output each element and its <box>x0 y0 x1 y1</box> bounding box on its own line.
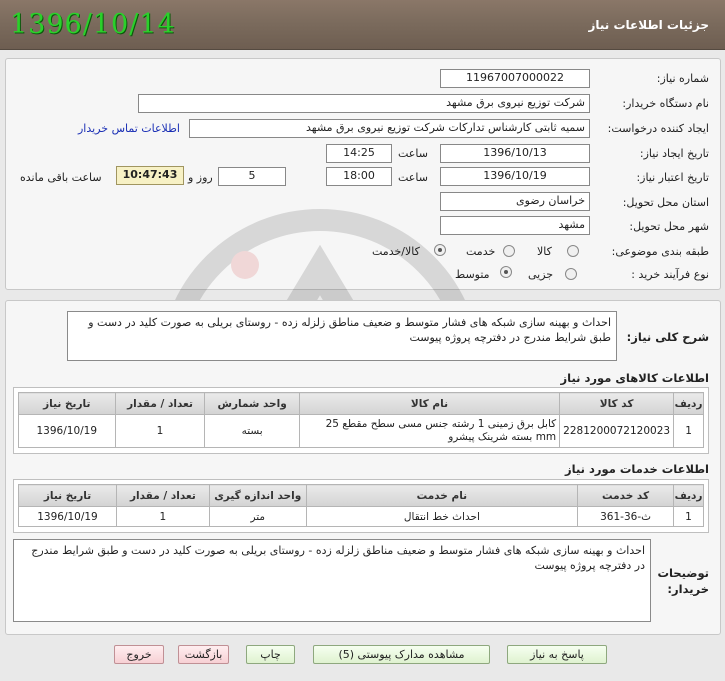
goods-table-wrap: ردیف کد کالا نام کالا واحد شمارش تعداد /… <box>13 387 709 454</box>
table-row: 1 2281200072120023 کابل برق زمینی 1 رشته… <box>18 414 704 448</box>
created-time-field: 14:25 <box>326 144 392 163</box>
creator-field: سمیه ثابتی کارشناس تدارکات شرکت توزیع نی… <box>189 119 590 138</box>
city-field: مشهد <box>440 216 590 235</box>
services-cell-unit: متر <box>208 506 307 527</box>
buyer-label: نام دستگاه خریدار: <box>622 97 709 110</box>
validity-time-field: 18:00 <box>326 167 392 186</box>
days-label: روز و <box>188 171 213 184</box>
services-cell-row: 1 <box>673 506 704 527</box>
need-number-label: شماره نیاز: <box>656 72 709 85</box>
description-textbox: احداث و بهینه سازی شبکه های فشار متوسط و… <box>67 311 617 361</box>
validity-date-field: 1396/10/19 <box>440 167 590 186</box>
created-date-field: 1396/10/13 <box>440 144 590 163</box>
process-minor-radio[interactable] <box>565 268 577 280</box>
buyer-field: شرکت توزیع نیروی برق مشهد <box>138 94 590 113</box>
time-remaining-field: 10:47:43 <box>116 166 184 185</box>
category-goods-radio[interactable] <box>567 245 579 257</box>
category-label: طبقه بندی موضوعی: <box>611 245 709 258</box>
buyer-notes-textbox: احداث و بهینه سازی شبکه های فشار متوسط و… <box>13 539 651 622</box>
view-attachments-button[interactable]: مشاهده مدارک پیوستی (5) <box>313 645 490 664</box>
goods-col-row: ردیف <box>673 392 704 415</box>
goods-col-qty: تعداد / مقدار <box>114 392 206 415</box>
exit-button[interactable]: خروج <box>114 645 164 664</box>
reply-button[interactable]: پاسخ به نیاز <box>507 645 607 664</box>
description-label: شرح کلی نیاز: <box>626 330 709 344</box>
services-col-name: نام خدمت <box>305 484 579 507</box>
validity-time-label: ساعت <box>398 171 428 184</box>
process-label: نوع فرآیند خرید : <box>631 268 709 281</box>
creator-label: ایجاد کننده درخواست: <box>607 122 709 135</box>
services-cell-name: احداث خط انتقال <box>305 506 579 527</box>
services-col-row: ردیف <box>673 484 704 507</box>
goods-cell-code: 2281200072120023 <box>559 414 675 448</box>
time-remaining-label: ساعت باقی مانده <box>20 171 102 184</box>
created-date-label: تاریخ ایجاد نیاز: <box>639 147 709 160</box>
print-button[interactable]: چاپ <box>246 645 295 664</box>
province-label: استان محل تحویل: <box>622 196 709 209</box>
process-medium-radio[interactable] <box>500 266 512 278</box>
services-table: ردیف کد خدمت نام خدمت واحد اندازه گیری ت… <box>18 484 704 527</box>
services-section-title: اطلاعات خدمات مورد نیاز <box>565 462 709 476</box>
need-number-field: 11967007000022 <box>440 69 590 88</box>
goods-col-unit: واحد شمارش <box>204 392 300 415</box>
goods-cell-name: کابل برق زمینی 1 رشته جنس مسی سطح مقطع 2… <box>298 414 561 448</box>
category-goods-label: کالا <box>537 245 552 258</box>
validity-date-label: تاریخ اعتبار نیاز: <box>636 171 709 184</box>
days-remaining-field: 5 <box>218 167 286 186</box>
goods-cell-date: 1396/10/19 <box>18 414 116 448</box>
title-bar: جزئیات اطلاعات نیاز 1396/10/14 <box>0 0 725 50</box>
services-col-unit: واحد اندازه گیری <box>208 484 307 507</box>
services-cell-code: ث-36-361 <box>577 506 675 527</box>
category-goods-service-label: کالا/خدمت <box>372 245 420 258</box>
goods-cell-row: 1 <box>673 414 704 448</box>
goods-cell-unit: بسته <box>204 414 300 448</box>
category-goods-service-radio[interactable] <box>434 244 446 256</box>
goods-col-code: کد کالا <box>559 392 675 415</box>
goods-col-name: نام کالا <box>298 392 561 415</box>
services-cell-date: 1396/10/19 <box>18 506 117 527</box>
services-table-header: ردیف کد خدمت نام خدمت واحد اندازه گیری ت… <box>18 484 704 507</box>
services-table-wrap: ردیف کد خدمت نام خدمت واحد اندازه گیری ت… <box>13 479 709 533</box>
city-label: شهر محل تحویل: <box>629 220 709 233</box>
goods-section-title: اطلاعات کالاهای مورد نیاز <box>560 371 709 385</box>
services-col-qty: تعداد / مقدار <box>115 484 210 507</box>
page-title: جزئیات اطلاعات نیاز <box>588 18 709 32</box>
created-time-label: ساعت <box>398 147 428 160</box>
province-field: خراسان رضوی <box>440 192 590 211</box>
buyer-notes-label: توضیحات خریدار: <box>657 566 710 596</box>
date-display: 1396/10/14 <box>10 9 176 40</box>
goods-col-date: تاریخ نیاز <box>18 392 116 415</box>
table-row: 1 ث-36-361 احداث خط انتقال متر 1 1396/10… <box>18 506 704 527</box>
services-col-code: کد خدمت <box>577 484 675 507</box>
goods-table: ردیف کد کالا نام کالا واحد شمارش تعداد /… <box>18 392 704 448</box>
category-service-label: خدمت <box>466 245 496 258</box>
goods-table-header: ردیف کد کالا نام کالا واحد شمارش تعداد /… <box>18 392 704 415</box>
services-cell-qty: 1 <box>115 506 210 527</box>
process-minor-label: جزیی <box>528 268 554 281</box>
process-medium-label: متوسط <box>455 268 490 281</box>
goods-cell-qty: 1 <box>114 414 206 448</box>
services-col-date: تاریخ نیاز <box>18 484 117 507</box>
buyer-contact-link[interactable]: اطلاعات تماس خریدار <box>78 122 180 135</box>
category-service-radio[interactable] <box>503 245 515 257</box>
back-button[interactable]: بازگشت <box>178 645 229 664</box>
